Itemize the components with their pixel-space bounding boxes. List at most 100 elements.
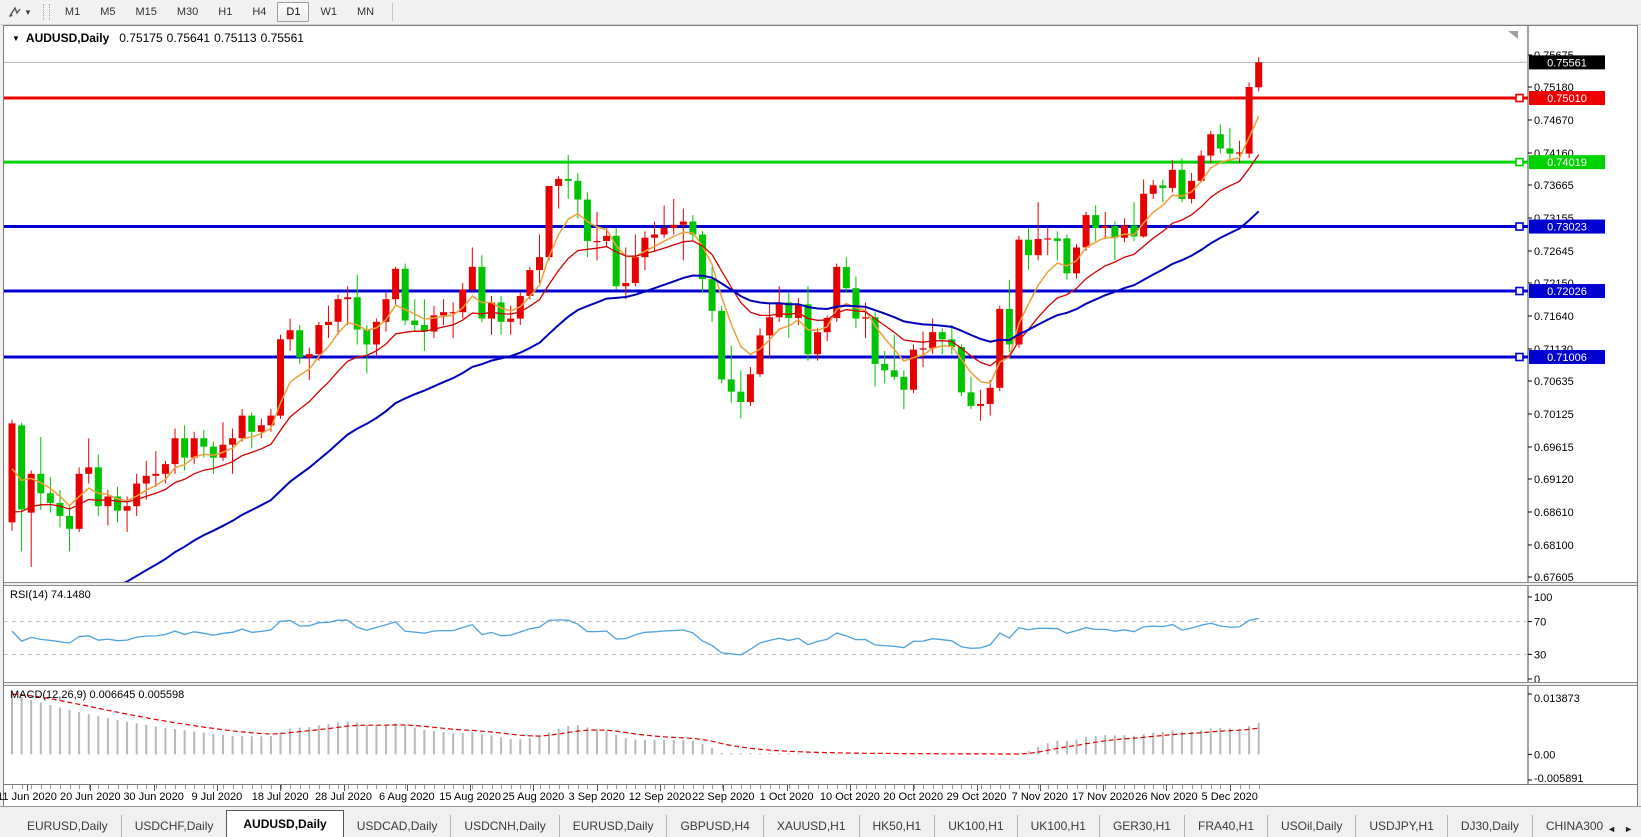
price-axis-label: 0.71640 (1534, 311, 1574, 323)
rsi-panel[interactable]: 10070300 (4, 586, 1637, 682)
macd-axis-label: -0.005891 (1534, 773, 1584, 784)
price-axis-label: 0.73665 (1534, 180, 1574, 192)
chart-tab-eurusd-daily[interactable]: EURUSD,Daily (559, 815, 667, 837)
symbol-dropdown-icon[interactable]: ▼ (12, 34, 20, 43)
timeframe-button-mn[interactable]: MN (348, 2, 383, 22)
line-handle[interactable] (1516, 223, 1523, 230)
chart-tab-fra40-h1[interactable]: FRA40,H1 (1184, 815, 1267, 837)
line-handle[interactable] (1516, 354, 1523, 361)
timeframe-button-m15[interactable]: M15 (126, 2, 165, 22)
chart-tab-china300-h1[interactable]: CHINA300,H1 (1532, 815, 1603, 837)
line-handle[interactable] (1516, 95, 1523, 102)
date-tick (348, 785, 349, 789)
date-tick (22, 785, 23, 789)
chart-window[interactable]: 0.756750.751800.746700.741600.736650.731… (3, 25, 1638, 806)
candle (1083, 212, 1090, 251)
date-axis-label: 11 Jun 2020 (0, 791, 57, 803)
candle (968, 377, 975, 409)
candle (574, 173, 581, 218)
timeframe-button-h4[interactable]: H4 (243, 2, 275, 22)
chart-tab-eurusd-daily[interactable]: EURUSD,Daily (14, 815, 121, 837)
date-tick (952, 785, 953, 789)
candle (335, 295, 342, 335)
candle (737, 370, 744, 418)
chart-tab-uk100-h1[interactable]: UK100,H1 (1017, 815, 1099, 837)
date-tick (607, 785, 608, 789)
chart-tab-usdcad-daily[interactable]: USDCAD,Daily (344, 815, 451, 837)
date-axis[interactable]: 11 Jun 202020 Jun 202030 Jun 20209 Jul 2… (4, 784, 1637, 806)
date-tick (540, 785, 541, 789)
chart-tab-usoil-daily[interactable]: USOil,Daily (1267, 815, 1355, 837)
candle (143, 461, 150, 500)
chart-tab-audusd-daily[interactable]: AUDUSD,Daily (226, 810, 343, 837)
chart-tabbar: EURUSD,DailyUSDCHF,DailyAUDUSD,DailyUSDC… (0, 806, 1641, 837)
date-tick (165, 785, 166, 789)
candle (517, 293, 524, 325)
date-tick (12, 785, 13, 789)
candle (18, 423, 25, 552)
date-tick (645, 785, 646, 789)
chart-tab-uk100-h1[interactable]: UK100,H1 (934, 815, 1016, 837)
date-tick (1249, 785, 1250, 789)
line-handle[interactable] (1516, 288, 1523, 295)
price-axis-label: 0.70635 (1534, 376, 1574, 388)
chart-tab-usdjpy-h1[interactable]: USDJPY,H1 (1355, 815, 1446, 837)
date-axis-label: 1 Oct 2020 (760, 791, 814, 803)
candle (1217, 125, 1224, 154)
date-tick (818, 785, 819, 789)
macd-panel[interactable]: 0.0138730.00-0.005891 (4, 686, 1637, 784)
date-tick (770, 785, 771, 789)
chart-tab-hk50-h1[interactable]: HK50,H1 (859, 815, 935, 837)
timeframe-button-h1[interactable]: H1 (209, 2, 241, 22)
timeframe-button-m30[interactable]: M30 (168, 2, 207, 22)
price-axis-label: 0.68100 (1534, 540, 1574, 552)
chart-tab-xauusd-h1[interactable]: XAUUSD,H1 (763, 815, 859, 837)
date-tick (357, 785, 358, 789)
date-tick (319, 785, 320, 789)
chart-tab-ger30-h1[interactable]: GER30,H1 (1099, 815, 1184, 837)
timeframe-button-m1[interactable]: M1 (56, 2, 89, 22)
timeframe-button-w1[interactable]: W1 (311, 2, 346, 22)
date-tick (1192, 785, 1193, 789)
candle (152, 451, 159, 487)
chart-title: ▼ AUDUSD,Daily 0.75175 0.75641 0.75113 0… (12, 31, 304, 45)
chart-tab-dj30-daily[interactable]: DJ30,Daily (1447, 815, 1532, 837)
date-tick (1105, 785, 1106, 789)
chart-shift-marker[interactable] (1508, 31, 1518, 39)
candle (85, 438, 92, 483)
tab-scroll-left-icon[interactable]: ◄ (1607, 824, 1616, 834)
candle (1092, 205, 1099, 241)
date-tick (261, 785, 262, 789)
date-tick (338, 785, 339, 789)
chart-tab-usdchf-daily[interactable]: USDCHF,Daily (121, 815, 227, 837)
timeframe-button-d1[interactable]: D1 (277, 2, 309, 22)
date-tick (664, 785, 665, 789)
date-axis-label: 28 Jul 2020 (315, 791, 372, 803)
candle (306, 348, 313, 380)
timeframe-button-m5[interactable]: M5 (91, 2, 124, 22)
date-tick (300, 785, 301, 789)
chart-tab-usdcnh-daily[interactable]: USDCNH,Daily (450, 815, 558, 837)
date-tick (213, 785, 214, 789)
candle (1063, 234, 1070, 279)
candle (843, 257, 850, 293)
chart-tab-gbpusd-h4[interactable]: GBPUSD,H4 (666, 815, 762, 837)
line-handle[interactable] (1516, 159, 1523, 166)
candle (383, 293, 390, 332)
tab-scroll-buttons: ◄ ► (1603, 824, 1641, 837)
candle (450, 302, 457, 338)
date-tick (760, 785, 761, 789)
candle (1140, 180, 1147, 238)
candle (114, 487, 121, 523)
date-tick (194, 785, 195, 789)
pointer-tool-button[interactable]: ▼ (3, 1, 37, 23)
candle (900, 370, 907, 409)
candle (239, 409, 246, 441)
candle (584, 192, 591, 257)
date-tick (626, 785, 627, 789)
main-chart[interactable]: 0.756750.751800.746700.741600.736650.731… (4, 26, 1637, 582)
date-tick (463, 785, 464, 789)
date-tick (223, 785, 224, 789)
tab-scroll-right-icon[interactable]: ► (1624, 824, 1633, 834)
date-tick (501, 785, 502, 789)
